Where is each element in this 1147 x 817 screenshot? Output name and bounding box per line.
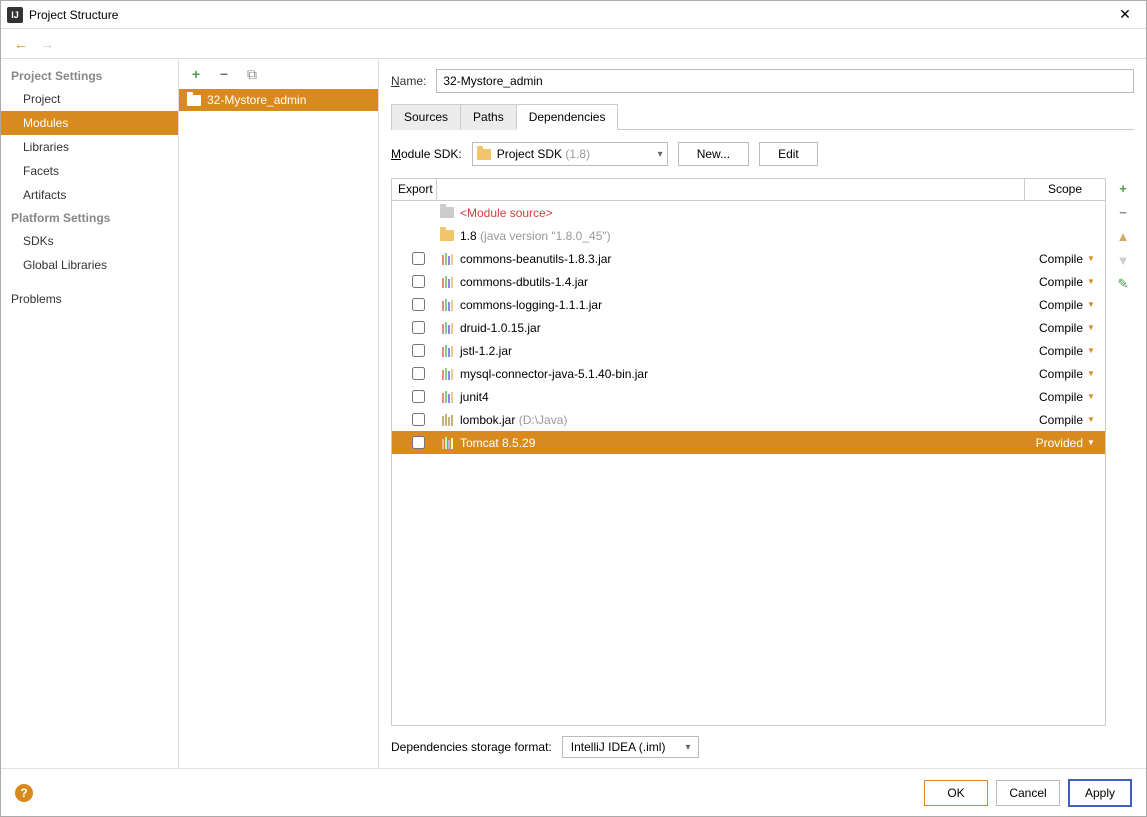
remove-dependency-icon[interactable]: − [1115,204,1131,220]
library-icon [442,276,453,288]
library-icon [442,437,453,449]
add-dependency-icon[interactable]: + [1115,180,1131,196]
export-checkbox[interactable] [412,367,425,380]
tab-paths[interactable]: Paths [460,104,517,130]
sidebar-item-artifacts[interactable]: Artifacts [1,183,178,207]
module-tree: 32-Mystore_admin [179,89,378,768]
sidebar-item-libraries[interactable]: Libraries [1,135,178,159]
module-tree-panel: + − ⧉ 32-Mystore_admin [179,59,379,768]
dependencies-side-tools: + − ▲ ▼ ✎ [1112,178,1134,726]
module-tree-label: 32-Mystore_admin [207,93,306,107]
sidebar-item-global-libraries[interactable]: Global Libraries [1,253,178,277]
dependencies-body[interactable]: <Module source> 1.8 (java version "1.8.0… [392,201,1105,725]
tree-toolbar: + − ⧉ [179,59,378,89]
section-platform-settings: Platform Settings [1,207,178,229]
library-icon [442,322,453,334]
module-folder-icon [187,95,201,106]
ok-button[interactable]: OK [924,780,988,806]
settings-sidebar: Project Settings Project Modules Librari… [1,59,179,768]
dependencies-table: Export Scope <Module source> 1.8 (jav [391,178,1106,726]
dep-row-selected[interactable]: Tomcat 8.5.29 Provided▼ [392,431,1105,454]
move-up-icon[interactable]: ▲ [1115,228,1131,244]
dependencies-area: Export Scope <Module source> 1.8 (jav [391,178,1134,726]
module-name-input[interactable] [436,69,1134,93]
name-row: Name: [391,69,1134,93]
module-tree-item[interactable]: 32-Mystore_admin [179,89,378,111]
name-label: Name: [391,74,426,88]
chevron-down-icon: ▾ [658,149,663,160]
col-scope[interactable]: Scope [1025,179,1105,200]
library-icon [442,299,453,311]
sidebar-item-modules[interactable]: Modules [1,111,178,135]
dependencies-header: Export Scope [392,179,1105,201]
library-icon [442,345,453,357]
apply-button[interactable]: Apply [1068,779,1132,807]
dialog-footer: ? OK Cancel Apply [1,768,1146,816]
jdk-folder-icon [440,230,454,241]
edit-dependency-icon[interactable]: ✎ [1115,276,1131,292]
storage-row: Dependencies storage format: IntelliJ ID… [391,726,1134,768]
edit-sdk-button[interactable]: Edit [759,142,818,166]
dep-row[interactable]: junit4 Compile▼ [392,385,1105,408]
sdk-folder-icon [477,149,491,160]
dep-row-module-source[interactable]: <Module source> [392,201,1105,224]
module-sdk-select[interactable]: Project SDK (1.8) ▾ [472,142,668,166]
chevron-down-icon: ▾ [685,742,690,753]
sdk-label: Module SDK: [391,147,462,161]
nav-forward-icon: → [37,34,57,54]
main-area: Project Settings Project Modules Librari… [1,59,1146,768]
col-export[interactable]: Export [392,179,437,200]
folder-icon [440,207,454,218]
library-icon [442,253,453,265]
cancel-button[interactable]: Cancel [996,780,1060,806]
export-checkbox[interactable] [412,298,425,311]
col-name-spacer [437,179,1025,200]
sidebar-item-facets[interactable]: Facets [1,159,178,183]
dep-row[interactable]: druid-1.0.15.jar Compile▼ [392,316,1105,339]
dep-row[interactable]: lombok.jar (D:\Java) Compile▼ [392,408,1105,431]
sidebar-item-problems[interactable]: Problems [1,287,178,311]
storage-format-select[interactable]: IntelliJ IDEA (.iml) ▾ [562,736,700,758]
export-checkbox[interactable] [412,344,425,357]
dep-row[interactable]: jstl-1.2.jar Compile▼ [392,339,1105,362]
library-icon [442,368,453,380]
nav-row: ← → [1,29,1146,59]
sdk-row: Module SDK: Project SDK (1.8) ▾ New... E… [391,130,1134,174]
dep-row[interactable]: commons-logging-1.1.1.jar Compile▼ [392,293,1105,316]
export-checkbox[interactable] [412,252,425,265]
app-icon: IJ [7,7,23,23]
window-title: Project Structure [29,8,1110,22]
new-sdk-button[interactable]: New... [678,142,749,166]
section-project-settings: Project Settings [1,65,178,87]
add-module-icon[interactable]: + [187,65,205,83]
dep-row[interactable]: mysql-connector-java-5.1.40-bin.jar Comp… [392,362,1105,385]
export-checkbox[interactable] [412,275,425,288]
sidebar-item-sdks[interactable]: SDKs [1,229,178,253]
module-tabs: Sources Paths Dependencies [391,103,1134,130]
close-icon[interactable]: ✕ [1110,6,1140,23]
dep-row[interactable]: commons-dbutils-1.4.jar Compile▼ [392,270,1105,293]
export-checkbox[interactable] [412,390,425,403]
export-checkbox[interactable] [412,413,425,426]
nav-back-icon[interactable]: ← [11,34,31,54]
tab-sources[interactable]: Sources [391,104,461,130]
remove-module-icon[interactable]: − [215,65,233,83]
dep-row[interactable]: commons-beanutils-1.8.3.jar Compile▼ [392,247,1105,270]
library-icon [442,391,453,403]
tab-dependencies[interactable]: Dependencies [516,104,619,130]
copy-module-icon[interactable]: ⧉ [243,65,261,83]
move-down-icon: ▼ [1115,252,1131,268]
sidebar-item-project[interactable]: Project [1,87,178,111]
export-checkbox[interactable] [412,436,425,449]
titlebar: IJ Project Structure ✕ [1,1,1146,29]
export-checkbox[interactable] [412,321,425,334]
storage-label: Dependencies storage format: [391,740,552,754]
library-icon [442,414,453,426]
help-icon[interactable]: ? [15,784,33,802]
dep-row-jdk[interactable]: 1.8 (java version "1.8.0_45") [392,224,1105,247]
module-detail: Name: Sources Paths Dependencies Module … [379,59,1146,768]
